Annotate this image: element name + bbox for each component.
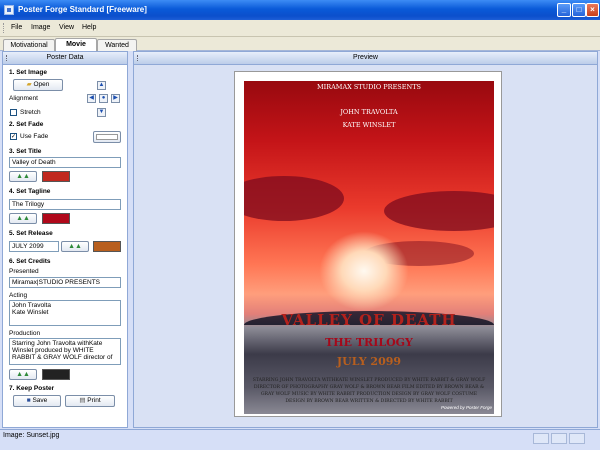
poster-tagline: THE TRILOGY — [325, 336, 413, 349]
presented-input[interactable]: Miramax|STUDIO PRESENTS — [9, 277, 121, 288]
menu-image[interactable]: Image — [31, 24, 50, 31]
disk-icon: ■ — [26, 397, 31, 404]
cloud-shape — [244, 176, 344, 221]
folder-icon: ▰ — [26, 81, 32, 88]
poster-credits: STARRING JOHN TRAVOLTA WITHKATE WINSLET … — [252, 378, 486, 404]
open-button[interactable]: ▰ Open — [13, 79, 63, 91]
poster-actor-1: JOHN TRAVOLTA — [340, 108, 398, 116]
close-button[interactable]: × — [586, 3, 599, 17]
pin-icon[interactable] — [137, 55, 140, 61]
status-bar: Image: Sunset.jpg — [0, 429, 600, 450]
align-up-button[interactable]: ▲ — [97, 81, 106, 90]
menu-grip — [3, 23, 6, 33]
stretch-label: Stretch — [20, 109, 41, 116]
set-tagline-heading: 4. Set Tagline — [9, 188, 51, 195]
title-input[interactable]: Valley of Death — [9, 157, 121, 168]
acting-textarea[interactable]: John Travolta Kate Winslet — [9, 300, 121, 326]
credits-font-button[interactable]: ▲▲ — [9, 369, 37, 380]
font-icon: ▲▲ — [16, 371, 30, 378]
production-textarea[interactable]: Starring John Travolta withKate Winslet … — [9, 338, 121, 365]
set-release-heading: 5. Set Release — [9, 230, 53, 237]
tab-wanted[interactable]: Wanted — [97, 39, 137, 51]
align-down-button[interactable]: ▼ — [97, 108, 106, 117]
poster-presented: MIRAMAX STUDIO PRESENTS — [317, 83, 421, 91]
poster-image: MIRAMAX STUDIO PRESENTS JOHN TRAVOLTA KA… — [244, 81, 494, 414]
poster-data-header: Poster Data — [3, 52, 127, 65]
status-text: Image: Sunset.jpg — [3, 432, 60, 439]
set-image-heading: 1. Set Image — [9, 69, 47, 76]
status-cell — [569, 433, 585, 444]
poster-preview: MIRAMAX STUDIO PRESENTS JOHN TRAVOLTA KA… — [234, 71, 502, 417]
poster-data-pane: Poster Data 1. Set Image ▰ Open ▲ Alignm… — [2, 51, 128, 428]
set-credits-heading: 6. Set Credits — [9, 258, 51, 265]
poster-actor-2: KATE WINSLET — [342, 121, 396, 129]
minimize-button[interactable]: _ — [557, 3, 571, 17]
presented-label: Presented — [9, 268, 39, 275]
tab-bar: Motivational Movie Wanted — [0, 37, 600, 51]
font-icon: ▲▲ — [68, 243, 82, 250]
alignment-label: Alignment — [9, 95, 38, 102]
printer-icon: ▤ — [79, 397, 86, 404]
title-color-swatch[interactable] — [42, 171, 70, 182]
title-font-button[interactable]: ▲▲ — [9, 171, 37, 182]
fade-color-swatch — [96, 134, 118, 140]
stretch-checkbox[interactable] — [10, 109, 17, 116]
align-center-button[interactable]: ● — [99, 94, 108, 103]
maximize-button[interactable]: □ — [572, 3, 586, 17]
release-input[interactable]: JULY 2099 — [9, 241, 59, 252]
production-label: Production — [9, 330, 41, 337]
save-button[interactable]: ■ Save — [13, 395, 61, 407]
print-button[interactable]: ▤ Print — [65, 395, 115, 407]
poster-title: VALLEY OF DEATH — [281, 311, 457, 329]
credits-color-swatch[interactable] — [42, 369, 70, 380]
poster-release: JULY 2099 — [336, 355, 402, 368]
tagline-input[interactable]: The Trilogy — [9, 199, 121, 210]
acting-label: Acting — [9, 292, 28, 299]
release-color-swatch[interactable] — [93, 241, 121, 252]
release-font-button[interactable]: ▲▲ — [61, 241, 89, 252]
tagline-font-button[interactable]: ▲▲ — [9, 213, 37, 224]
status-cell — [533, 433, 549, 444]
poster-watermark: Powered by Poster Forge — [440, 405, 492, 410]
align-left-button[interactable]: ◀ — [87, 94, 96, 103]
font-icon: ▲▲ — [16, 215, 30, 222]
set-title-heading: 3. Set Title — [9, 148, 42, 155]
menu-file[interactable]: File — [11, 24, 22, 31]
status-cell — [551, 433, 567, 444]
menu-help[interactable]: Help — [82, 24, 96, 31]
use-fade-checkbox[interactable]: ✓ — [10, 133, 17, 140]
menu-view[interactable]: View — [59, 24, 74, 31]
preview-header: Preview — [134, 52, 597, 65]
use-fade-label: Use Fade — [20, 133, 49, 140]
align-right-button[interactable]: ▶ — [111, 94, 120, 103]
window-title: Poster Forge Standard [Freeware] — [18, 5, 147, 14]
app-icon — [4, 5, 14, 15]
tab-motivational[interactable]: Motivational — [3, 39, 55, 51]
tagline-color-swatch[interactable] — [42, 213, 70, 224]
title-bar: Poster Forge Standard [Freeware] _ □ × — [0, 0, 600, 20]
sun-glow — [319, 231, 409, 311]
pin-icon[interactable] — [6, 55, 9, 61]
font-icon: ▲▲ — [16, 173, 30, 180]
menu-bar: File Image View Help — [0, 20, 600, 37]
cloud-shape — [384, 191, 494, 231]
set-fade-heading: 2. Set Fade — [9, 121, 44, 128]
fade-color-button[interactable] — [93, 131, 121, 143]
tab-movie[interactable]: Movie — [55, 38, 97, 51]
keep-poster-heading: 7. Keep Poster — [9, 385, 55, 392]
